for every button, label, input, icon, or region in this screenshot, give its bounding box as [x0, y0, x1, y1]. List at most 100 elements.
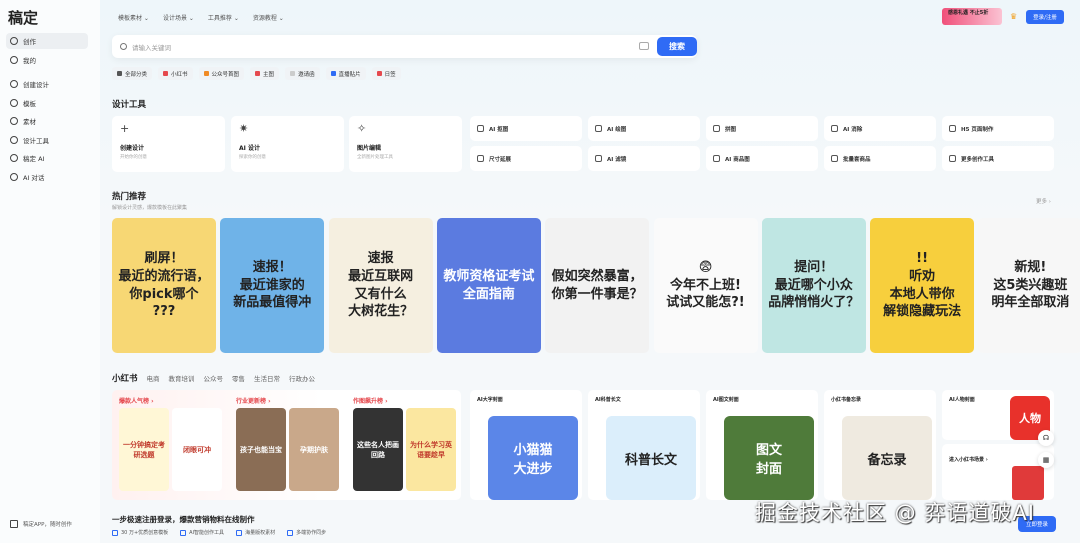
template-poster[interactable]: 假如突然暴富， 你第一件事是？ [545, 218, 650, 353]
tool-icon [831, 155, 838, 162]
feature-item: AI智能创作工具 [180, 529, 224, 536]
category-chip[interactable]: 小红书 [158, 67, 193, 80]
tool-icon [595, 155, 602, 162]
scene-tab[interactable]: 行政办公 [289, 373, 315, 383]
tool-card-large[interactable]: ✷ AI 设计 探索你的创意 [231, 116, 344, 172]
category-chip[interactable]: 日签 [371, 67, 401, 80]
tool-icon: ✷ [239, 122, 249, 135]
template-poster[interactable]: 教师资格证考试 全面指南 [436, 218, 541, 353]
tool-card[interactable]: 尺寸延展 [470, 146, 582, 171]
headset-icon[interactable]: ☊ [1038, 430, 1054, 446]
nav-menu-item[interactable]: 工具推荐 ⌄ [208, 13, 239, 22]
rank-thumbnail[interactable]: 一分钟搞定考研选题 [119, 408, 169, 491]
sidebar-item-mine[interactable]: 我的 [6, 52, 88, 68]
category-chip[interactable]: 全部分类 [112, 67, 153, 80]
template-poster[interactable]: 😨 今年不上班! 试试又能怎?! [653, 218, 758, 353]
rank-thumbnail[interactable]: 为什么学习英语要趁早 [406, 408, 456, 491]
rank-link[interactable]: 作图飙升榜 › [353, 396, 388, 405]
rank-thumbnail[interactable]: 闭眼可冲 [172, 408, 222, 491]
camera-icon[interactable] [639, 42, 649, 50]
scene-card-image: 备忘录 [842, 416, 932, 500]
search-button[interactable]: 搜索 [657, 37, 697, 56]
tool-icon [949, 155, 956, 162]
tool-card[interactable]: 拼图 [706, 116, 818, 141]
category-chip[interactable]: 主图 [250, 67, 280, 80]
scene-tab[interactable]: 生活日常 [254, 373, 280, 383]
sidebar-item-design-tools[interactable]: 设计工具 [6, 132, 88, 148]
tool-card-large[interactable]: ✧ 图片编辑 全新图片处理工具 [349, 116, 462, 172]
sidebar-item-ai-chat[interactable]: AI 对话 [6, 169, 88, 185]
category-chip[interactable]: 直播贴片 [325, 67, 366, 80]
category-icon [330, 71, 336, 76]
mine-icon [10, 56, 18, 64]
promo-banner[interactable]: 感恩礼遇 不止5折 [942, 8, 1002, 25]
template-poster[interactable]: !! 听劝 本地人带你 解锁隐藏玩法 [870, 218, 975, 353]
tool-icon: + [120, 122, 130, 135]
tool-icon [713, 155, 720, 162]
scene-card[interactable]: AI科普长文 科普长文 [588, 390, 700, 500]
tool-card[interactable]: AI 抠图 [470, 116, 582, 141]
scene-tab[interactable]: 教育培训 [169, 373, 195, 383]
feature-icon [287, 529, 294, 536]
tool-card[interactable]: 批量套商品 [824, 146, 936, 171]
rank-thumbnail[interactable]: 孕期护肤 [289, 408, 339, 491]
sidebar-item-ai[interactable]: 稿定 AI [6, 150, 88, 166]
sidebar-item-create[interactable]: 创作 [6, 33, 88, 49]
enter-xhs-card[interactable]: 进入小红书场景 › [942, 444, 1054, 500]
scene-tab[interactable]: 小红书 [112, 372, 138, 384]
template-poster[interactable]: 新规! 这5类兴趣班 明年全部取消 [978, 218, 1080, 353]
feature-item: 30 万+优质创意模板 [112, 529, 168, 536]
new-design-icon [10, 80, 18, 88]
search-input[interactable]: 请输入关键词 [132, 42, 171, 52]
vip-crown-icon[interactable]: ♛ [1010, 12, 1017, 21]
sidebar-item-templates[interactable]: 模板 [6, 95, 88, 111]
feature-list: 30 万+优质创意模板 AI智能创作工具 海量版权素材 多端协作同步 [112, 529, 326, 536]
scene-card[interactable]: 小红书备忘录 备忘录 [824, 390, 936, 500]
chevron-down-icon: ⌄ [186, 15, 194, 22]
scene-card-image: 图文 封面 [724, 416, 814, 500]
sidebar-item-new-design[interactable]: 创建设计 [6, 76, 88, 92]
rank-link[interactable]: 行业更新榜 › [236, 396, 271, 405]
template-poster[interactable]: 提问！ 最近哪个小众 品牌悄悄火了？ [761, 218, 866, 353]
scene-tab[interactable]: 零售 [232, 373, 245, 383]
app-download-link[interactable]: 稿定APP，随时创作 [6, 516, 88, 532]
tool-icon [949, 125, 956, 132]
rank-thumbnail[interactable]: 孩子也能当宝 [236, 408, 286, 491]
template-poster[interactable]: 速报 最近互联网 又有什么 大树花生？ [328, 218, 433, 353]
tool-card[interactable]: AI 绘图 [588, 116, 700, 141]
nav-menu-item[interactable]: 资源教程 ⌄ [253, 13, 284, 22]
tool-card[interactable]: AI 滤镜 [588, 146, 700, 171]
category-chips: 全部分类 小红书 公众号首图 主图 邀请函 直播贴片 日签 [112, 67, 401, 80]
template-poster[interactable]: 刷屏！ 最近的流行语， 你pick哪个 ??? [112, 218, 216, 353]
feature-item: 海量版权素材 [236, 529, 275, 536]
rank-thumbnail[interactable]: 这些名人把画回路 [353, 408, 403, 491]
template-poster[interactable]: 速报！ 最近谁家的 新品最值得冲 [220, 218, 325, 353]
scene-tab[interactable]: 公众号 [204, 373, 224, 383]
grid-icon[interactable]: ▦ [1038, 452, 1054, 468]
logo[interactable]: 稿定 [8, 7, 38, 28]
more-link[interactable]: 更多 › [1036, 197, 1051, 205]
category-icon [203, 71, 209, 76]
tool-card[interactable]: 更多创作工具 [942, 146, 1054, 171]
chevron-down-icon: ⌄ [231, 15, 239, 22]
tool-card[interactable]: H5 页面制作 [942, 116, 1054, 141]
nav-menu-item[interactable]: 设计场景 ⌄ [163, 13, 194, 22]
sidebar-item-assets[interactable]: 素材 [6, 113, 88, 129]
top-nav: 模板素材 ⌄ 设计场景 ⌄ 工具推荐 ⌄ 资源教程 ⌄ [118, 13, 284, 22]
tool-icon [831, 125, 838, 132]
tool-icon [595, 125, 602, 132]
scene-card[interactable]: AI人物封面 人物 [942, 390, 1054, 440]
category-chip[interactable]: 公众号首图 [198, 67, 245, 80]
tool-card-large[interactable]: + 创建设计 开始你的创意 [112, 116, 225, 172]
scene-tab[interactable]: 电商 [147, 373, 160, 383]
category-chip[interactable]: 邀请函 [285, 67, 320, 80]
rank-link[interactable]: 爆款人气榜 › [119, 396, 154, 405]
tool-card[interactable]: AI 消除 [824, 116, 936, 141]
nav-menu-item[interactable]: 模板素材 ⌄ [118, 13, 149, 22]
feature-item: 多端协作同步 [287, 529, 326, 536]
search-bar: 请输入关键词 搜索 [112, 35, 697, 58]
scene-card[interactable]: AI大字封面 小猫猫 大进步 [470, 390, 582, 500]
tool-card[interactable]: AI 商品图 [706, 146, 818, 171]
scene-card[interactable]: AI图文封面 图文 封面 [706, 390, 818, 500]
login-button[interactable]: 登录/注册 [1026, 10, 1064, 24]
